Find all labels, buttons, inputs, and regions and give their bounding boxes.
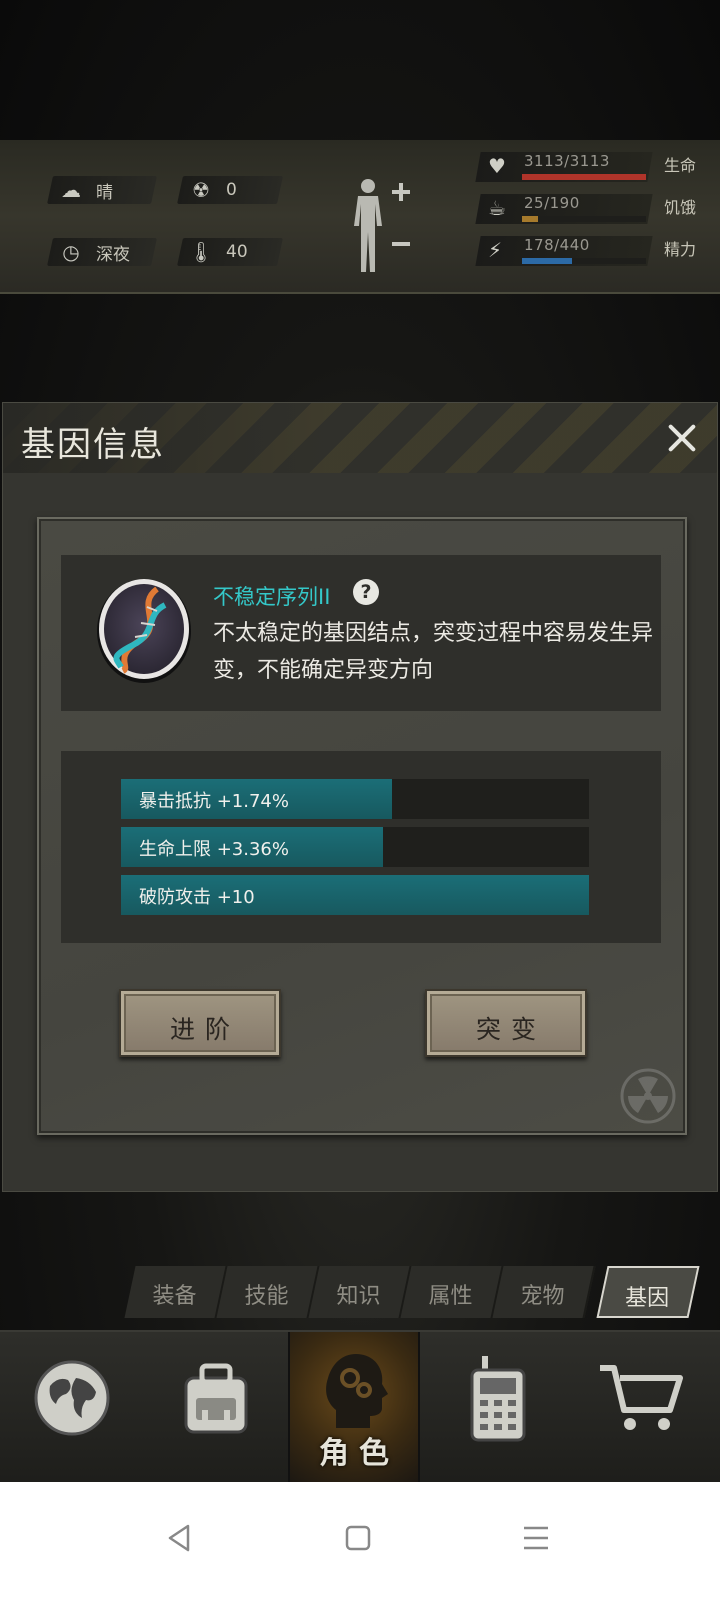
hunger-bar-fill bbox=[522, 216, 539, 222]
radiation-value: 0 bbox=[226, 180, 237, 200]
health-value: 3113/3113 bbox=[524, 152, 610, 170]
hunger-label: 饥饿 bbox=[664, 198, 697, 217]
gene-panel: 不稳定序列II ? 不太稳定的基因结点，突变过程中容易发生异变，不能确定异变方向… bbox=[37, 517, 687, 1135]
tab-pets[interactable]: 宠物 bbox=[492, 1266, 596, 1318]
character-head-icon bbox=[326, 1354, 388, 1428]
tab-label: 基因 bbox=[625, 1286, 670, 1311]
health-label: 生命 bbox=[664, 156, 697, 175]
hunger-value: 25/190 bbox=[524, 194, 580, 212]
weather-value: 晴 bbox=[96, 182, 113, 203]
menu-icon[interactable] bbox=[516, 1518, 556, 1558]
gene-info-dialog: 基因信息 不稳定序列II ? 不太稳定的基因结点，突变过程中容易发生异变，不能确… bbox=[2, 402, 718, 1192]
bottom-nav: 角色 bbox=[0, 1330, 720, 1484]
dialog-title: 基因信息 bbox=[21, 425, 165, 465]
tab-label: 知识 bbox=[336, 1284, 381, 1309]
radiation-watermark-icon bbox=[620, 1068, 676, 1124]
nav-map[interactable] bbox=[0, 1332, 144, 1484]
thermometer-icon: 🌡 bbox=[188, 240, 214, 264]
weather-cloud-icon: ☁ bbox=[61, 178, 81, 202]
help-icon[interactable]: ? bbox=[353, 579, 379, 605]
temperature-cell: 🌡 40 bbox=[177, 238, 283, 266]
stat-health: ♥ 3113/3113 生命 bbox=[475, 152, 708, 182]
stat-energy: ⚡ 178/440 精力 bbox=[475, 236, 708, 266]
heart-icon: ♥ bbox=[488, 154, 506, 178]
tab-attributes[interactable]: 属性 bbox=[400, 1266, 504, 1318]
tab-skills[interactable]: 技能 bbox=[216, 1266, 320, 1318]
tab-equipment[interactable]: 装备 bbox=[124, 1266, 228, 1318]
mutate-button-label: 突变 bbox=[475, 1015, 546, 1044]
bonus-bar: 破防攻击 +10 bbox=[121, 875, 589, 915]
game-screen: ☁ 晴 ☢ 0 ◷ 深夜 🌡 40 ♥ 3113/3113 生命 ☕ 25/190 饥饿… bbox=[0, 0, 720, 1604]
nav-shop[interactable] bbox=[576, 1332, 720, 1484]
nav-character[interactable]: 角色 bbox=[288, 1332, 420, 1484]
dna-gene-icon bbox=[97, 579, 191, 683]
nav-character-label: 角色 bbox=[319, 1436, 399, 1471]
tab-label: 装备 bbox=[152, 1284, 197, 1309]
dialog-header: 基因信息 bbox=[3, 403, 717, 473]
weather-cell: ☁ 晴 bbox=[47, 176, 157, 204]
time-value: 深夜 bbox=[96, 244, 130, 265]
energy-icon: ⚡ bbox=[488, 238, 503, 262]
bonus-bar: 生命上限 +3.36% bbox=[121, 827, 589, 867]
mutate-button[interactable]: 突变 bbox=[425, 989, 587, 1057]
body-figure-icon[interactable] bbox=[348, 176, 420, 276]
radiation-cell: ☢ 0 bbox=[177, 176, 283, 204]
character-tabs: 装备 技能 知识 属性 宠物 基因 bbox=[124, 1266, 700, 1320]
energy-label: 精力 bbox=[664, 240, 697, 259]
clock-icon: ◷ bbox=[62, 240, 80, 264]
system-nav-bar bbox=[0, 1482, 720, 1604]
shopping-cart-icon bbox=[600, 1365, 683, 1430]
globe-icon bbox=[34, 1360, 110, 1436]
close-icon[interactable] bbox=[661, 417, 703, 459]
backpack-icon bbox=[184, 1363, 248, 1434]
bonus-bar: 暴击抵抗 +1.74% bbox=[121, 779, 589, 819]
energy-value: 178/440 bbox=[524, 236, 590, 254]
stat-hunger: ☕ 25/190 饥饿 bbox=[475, 194, 708, 224]
temperature-value: 40 bbox=[226, 242, 248, 262]
tab-genes[interactable]: 基因 bbox=[596, 1266, 700, 1318]
bonus-label: 生命上限 +3.36% bbox=[139, 839, 289, 860]
energy-bar-fill bbox=[522, 258, 572, 264]
bonus-label: 破防攻击 +10 bbox=[139, 887, 255, 908]
tab-knowledge[interactable]: 知识 bbox=[308, 1266, 412, 1318]
advance-button[interactable]: 进阶 bbox=[119, 989, 281, 1057]
nav-radio[interactable] bbox=[432, 1332, 576, 1484]
gene-summary: 不稳定序列II ? 不太稳定的基因结点，突变过程中容易发生异变，不能确定异变方向 bbox=[61, 555, 661, 711]
advance-button-label: 进阶 bbox=[169, 1015, 240, 1044]
bonus-label: 暴击抵抗 +1.74% bbox=[139, 791, 289, 812]
home-icon[interactable] bbox=[338, 1518, 378, 1558]
gene-description: 不太稳定的基因结点，突变过程中容易发生异变，不能确定异变方向 bbox=[213, 621, 654, 683]
gene-name: 不稳定序列II bbox=[213, 585, 331, 609]
time-cell: ◷ 深夜 bbox=[47, 238, 157, 266]
health-bar-fill bbox=[522, 174, 646, 180]
tab-label: 技能 bbox=[244, 1284, 289, 1309]
gene-bonus-list: 暴击抵抗 +1.74% 生命上限 +3.36% 破防攻击 +10 bbox=[61, 751, 661, 943]
nav-backpack[interactable] bbox=[144, 1332, 288, 1484]
food-icon: ☕ bbox=[488, 196, 506, 220]
tab-label: 属性 bbox=[428, 1284, 473, 1309]
tab-label: 宠物 bbox=[520, 1284, 565, 1309]
back-icon[interactable] bbox=[160, 1518, 200, 1558]
walkie-talkie-icon bbox=[470, 1356, 526, 1442]
radiation-icon: ☢ bbox=[192, 178, 210, 202]
